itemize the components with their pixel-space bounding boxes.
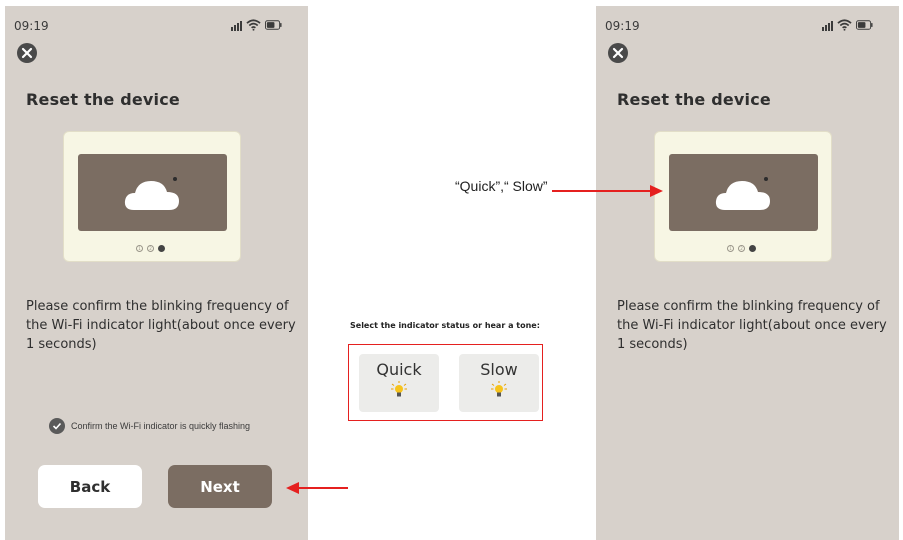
left-phone-screen: 09:19 Reset the device 12 Please confirm… xyxy=(5,6,308,540)
next-button[interactable]: Next xyxy=(168,465,272,508)
step-indicator: 12 xyxy=(727,245,756,252)
signal-icon xyxy=(822,20,833,31)
status-time: 09:19 xyxy=(605,19,640,33)
bulb-icon xyxy=(391,381,407,397)
arrow-left-icon xyxy=(286,482,348,494)
frequency-selector: Quick Slow xyxy=(348,344,543,421)
cloud-icon xyxy=(124,181,179,210)
confirm-label: Confirm the Wi-Fi indicator is quickly f… xyxy=(71,421,251,431)
slow-label: Slow xyxy=(480,360,518,379)
slow-option[interactable]: Slow xyxy=(459,354,539,412)
check-icon xyxy=(49,418,65,434)
back-button[interactable]: Back xyxy=(38,465,142,508)
status-icons xyxy=(231,19,282,31)
indicator-instruction: Select the indicator status or hear a to… xyxy=(350,321,540,330)
indicator-dot xyxy=(764,177,768,181)
instruction-text: Please confirm the blinking frequency of… xyxy=(26,299,296,352)
step-indicator: 12 xyxy=(136,245,165,252)
battery-icon xyxy=(856,20,873,30)
quick-label: Quick xyxy=(376,360,422,379)
arrow-right-icon xyxy=(552,185,663,197)
status-time: 09:19 xyxy=(14,19,49,33)
device-illustration: 12 xyxy=(63,131,241,262)
right-phone-screen: 09:19 Reset the device 12 Please confirm… xyxy=(596,6,899,540)
cloud-icon xyxy=(715,181,770,210)
device-screen xyxy=(78,154,227,231)
bulb-icon xyxy=(491,381,507,397)
confirm-checkbox[interactable]: Confirm the Wi-Fi indicator is quickly f… xyxy=(49,418,250,434)
signal-icon xyxy=(231,20,242,31)
page-title: Reset the device xyxy=(26,90,180,109)
close-icon[interactable] xyxy=(608,43,628,63)
wifi-icon xyxy=(837,19,852,31)
wifi-icon xyxy=(246,19,261,31)
battery-icon xyxy=(265,20,282,30)
status-icons xyxy=(822,19,873,31)
annotated-screenshot: 09:19 Reset the device 12 Please confirm… xyxy=(0,0,903,540)
callout-label: “Quick”,“ Slow” xyxy=(455,178,548,194)
instruction-text: Please confirm the blinking frequency of… xyxy=(617,299,887,352)
device-screen xyxy=(669,154,818,231)
close-icon[interactable] xyxy=(17,43,37,63)
indicator-dot xyxy=(173,177,177,181)
device-illustration: 12 xyxy=(654,131,832,262)
page-title: Reset the device xyxy=(617,90,771,109)
quick-option[interactable]: Quick xyxy=(359,354,439,412)
